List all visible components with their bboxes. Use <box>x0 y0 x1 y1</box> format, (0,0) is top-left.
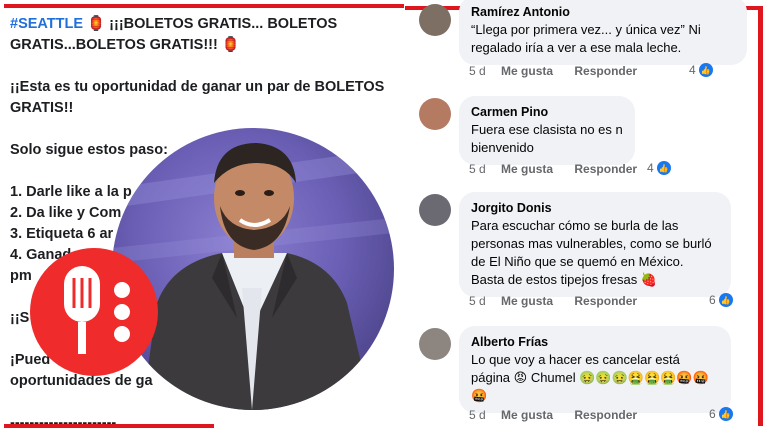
comment-author[interactable]: Alberto Frías <box>471 333 719 351</box>
post-headline: #SEATTLE 🏮 ¡¡¡BOLETOS GRATIS... BOLETOS … <box>10 14 400 56</box>
avatar[interactable] <box>419 194 451 226</box>
comment-bubble: Alberto Frías Lo que voy a hacer es canc… <box>459 326 731 413</box>
comment-time[interactable]: 5 d <box>469 294 486 308</box>
comment-actions: 5 d Me gusta Responder <box>469 64 655 78</box>
comment-bubble: Jorgito Donis Para escuchar cómo se burl… <box>459 192 731 297</box>
like-button[interactable]: Me gusta <box>501 64 553 78</box>
reaction-number: 6 <box>709 407 716 421</box>
comment-text: Fuera ese clasista no es n bienvenido <box>471 122 623 155</box>
reaction-count[interactable]: 6 👍 <box>709 407 733 421</box>
comment-author[interactable]: Ramírez Antonio <box>471 3 735 21</box>
comment-bubble: Carmen Pino Fuera ese clasista no es n b… <box>459 96 635 165</box>
avatar[interactable] <box>419 4 451 36</box>
comment-text: “Llega por primera vez... y única vez” N… <box>471 22 701 55</box>
comment-time[interactable]: 5 d <box>469 408 486 422</box>
comment-time[interactable]: 5 d <box>469 64 486 78</box>
post-line-2: ¡¡Esta es tu oportunidad de ganar un par… <box>10 79 385 116</box>
hashtag-link[interactable]: #SEATTLE <box>10 16 83 32</box>
reply-button[interactable]: Responder <box>574 408 637 422</box>
comments-panel: Ramírez Antonio “Llega por primera vez..… <box>415 0 755 432</box>
thumbs-up-icon: 👍 <box>718 407 733 421</box>
reaction-number: 4 <box>689 63 696 77</box>
reaction-count[interactable]: 4 👍 <box>689 63 713 77</box>
like-button[interactable]: Me gusta <box>501 408 553 422</box>
comment-time[interactable]: 5 d <box>469 162 486 176</box>
comment-actions: 5 d Me gusta Responder <box>469 162 655 176</box>
post-divider: ---------------------- <box>10 415 117 431</box>
thumbs-up-icon: 👍 <box>656 161 671 175</box>
reply-button[interactable]: Responder <box>574 294 637 308</box>
comment-author[interactable]: Jorgito Donis <box>471 199 719 217</box>
comment-text: Lo que voy a hacer es cancelar está pági… <box>471 352 709 403</box>
comment-text: Para escuchar cómo se burla de las perso… <box>471 218 712 287</box>
comment-bubble: Ramírez Antonio “Llega por primera vez..… <box>459 0 747 65</box>
lantern-emoji-icon: 🏮 <box>87 16 106 32</box>
reaction-count[interactable]: 6 👍 <box>709 293 733 307</box>
reaction-number: 6 <box>709 293 716 307</box>
thumbs-up-icon: 👍 <box>718 293 733 307</box>
like-button[interactable]: Me gusta <box>501 162 553 176</box>
avatar[interactable] <box>419 98 451 130</box>
reply-button[interactable]: Responder <box>574 64 637 78</box>
red-frame-bottom <box>4 424 214 428</box>
thumbs-up-icon: 👍 <box>698 63 713 77</box>
comment-author[interactable]: Carmen Pino <box>471 103 623 121</box>
lantern-emoji-icon: 🏮 <box>221 37 240 53</box>
avatar[interactable] <box>419 328 451 360</box>
microphone-logo <box>30 248 158 376</box>
reply-button[interactable]: Responder <box>574 162 637 176</box>
comment-actions: 5 d Me gusta Responder <box>469 294 655 308</box>
red-frame-top <box>4 4 404 8</box>
like-button[interactable]: Me gusta <box>501 294 553 308</box>
reaction-number: 4 <box>647 161 654 175</box>
microphone-icon <box>64 266 130 354</box>
reaction-count[interactable]: 4 👍 <box>647 161 671 175</box>
comment-actions: 5 d Me gusta Responder <box>469 408 655 422</box>
